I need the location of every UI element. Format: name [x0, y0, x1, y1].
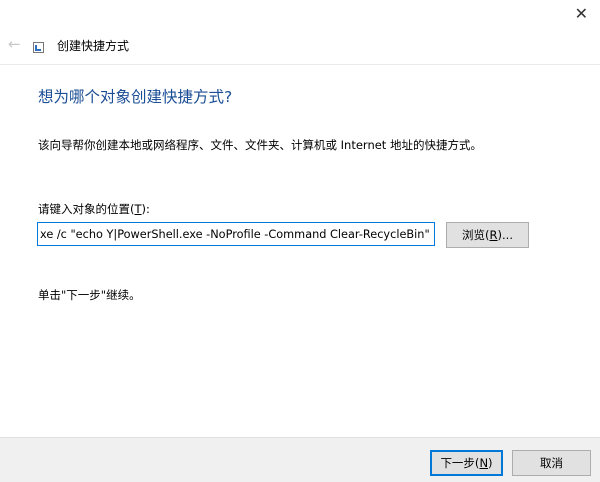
- browse-button[interactable]: 浏览(R)...: [446, 222, 529, 248]
- location-label-suffix: ):: [141, 202, 150, 216]
- browse-label-key: R: [489, 228, 498, 242]
- page-heading: 想为哪个对象创建快捷方式?: [38, 88, 233, 106]
- window-title: 创建快捷方式: [57, 39, 130, 53]
- next-button[interactable]: 下一步(N): [430, 450, 503, 476]
- location-input[interactable]: [37, 222, 435, 246]
- shortcut-wizard-icon: [33, 42, 44, 53]
- continue-hint: 单击"下一步"继续。: [38, 288, 141, 302]
- title-bar: ✕: [0, 0, 600, 31]
- back-arrow-icon[interactable]: ←: [8, 35, 21, 53]
- cancel-button[interactable]: 取消: [512, 450, 591, 476]
- footer-bar: 下一步(N) 取消: [0, 437, 600, 482]
- next-label-key: N: [479, 456, 489, 470]
- location-label: 请键入对象的位置(T):: [38, 201, 150, 217]
- browse-label-suffix: )...: [497, 228, 513, 242]
- next-label-prefix: 下一步(: [440, 456, 480, 470]
- browse-label-prefix: 浏览(: [462, 228, 490, 242]
- close-icon[interactable]: ✕: [575, 6, 588, 22]
- location-label-key: T: [134, 202, 142, 216]
- location-label-prefix: 请键入对象的位置(: [38, 202, 135, 216]
- wizard-description: 该向导帮你创建本地或网络程序、文件、文件夹、计算机或 Internet 地址的快…: [38, 138, 482, 152]
- next-label-suffix: ): [488, 456, 493, 470]
- header-divider: [0, 64, 600, 65]
